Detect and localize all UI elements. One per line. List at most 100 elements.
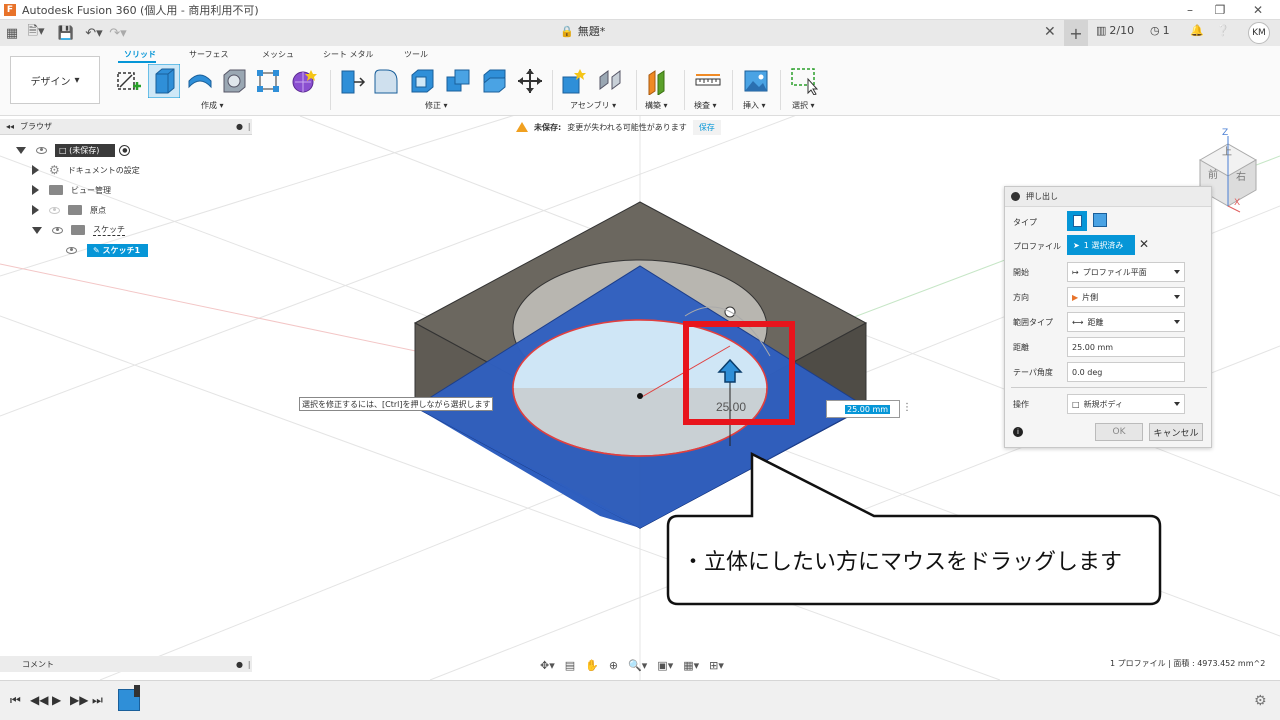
insert-image-icon[interactable] (742, 67, 770, 95)
grid-settings-icon[interactable]: ▦▾ (683, 659, 699, 672)
visibility-eye-icon[interactable] (66, 246, 77, 254)
viewcube-right-label[interactable]: 右 (1236, 168, 1246, 183)
job-status[interactable]: ▥ 2/10 (1096, 24, 1134, 37)
pattern-icon[interactable] (254, 67, 282, 95)
split-body-icon[interactable] (480, 67, 508, 95)
joint-icon[interactable] (596, 67, 624, 95)
orbit-icon[interactable]: ✥▾ (540, 659, 555, 672)
activate-radio-icon[interactable]: ● (119, 144, 131, 156)
modify-group-label[interactable]: 修正 ▾ (425, 100, 448, 111)
shell-icon[interactable] (408, 67, 436, 95)
go-to-end-icon[interactable]: ⏭ (92, 693, 103, 708)
operation-select[interactable]: □ 新規ボディ (1067, 394, 1185, 414)
info-icon[interactable]: i (1013, 427, 1023, 437)
new-component-icon[interactable] (560, 67, 588, 95)
dialog-header[interactable]: 押し出し (1005, 187, 1211, 207)
browser-options-icon[interactable]: ● (236, 122, 243, 131)
notification-center[interactable]: ◷ 1 (1150, 24, 1170, 37)
step-forward-icon[interactable]: ▶▶ (70, 693, 88, 707)
insert-group-label[interactable]: 挿入 ▾ (743, 100, 766, 111)
timeline-marker[interactable] (134, 685, 140, 697)
browser-resize-handle[interactable]: ❙ (246, 122, 253, 131)
move-icon[interactable] (516, 67, 544, 95)
save-link[interactable]: 保存 (692, 119, 721, 135)
distance-inline-input[interactable]: 25.00 mm (826, 400, 900, 418)
timeline-settings-gear-icon[interactable]: ⚙ (1254, 693, 1267, 709)
viewports-icon[interactable]: ⊞▾ (709, 659, 724, 672)
clear-selection-icon[interactable]: ✕ (1139, 237, 1149, 251)
hidden-eye-icon[interactable] (49, 206, 60, 214)
fillet-icon[interactable] (372, 67, 400, 95)
document-tab[interactable]: 🔒 無題* (560, 23, 605, 39)
maximize-button[interactable]: ❐ (1202, 0, 1238, 20)
bell-icon[interactable]: 🔔 (1190, 24, 1204, 37)
pan-hand-icon[interactable]: ✋ (585, 659, 599, 672)
close-tab-icon[interactable]: ✕ (1044, 24, 1056, 40)
step-back-icon[interactable]: ◀◀ (30, 693, 48, 707)
select-group-label[interactable]: 選択 ▾ (792, 100, 815, 111)
tab-sheet-metal[interactable]: シート メタル (323, 49, 374, 60)
revolve-icon[interactable] (186, 67, 214, 95)
extent-select[interactable]: ⟷ 距離 (1067, 312, 1185, 332)
app-grid-icon[interactable]: ▦ (0, 22, 24, 44)
more-options-icon[interactable]: ⋮ (902, 402, 912, 413)
tree-item-sketch1[interactable]: ✎ スケッチ1 (66, 241, 149, 259)
comments-panel-header[interactable]: コメント ● ❙ (0, 656, 253, 672)
distance-input[interactable]: 25.00 mm (1067, 337, 1185, 357)
new-tab-button[interactable]: + (1064, 20, 1088, 46)
start-select[interactable]: ↦ プロファイル平面 (1067, 262, 1185, 282)
cancel-button[interactable]: キャンセル (1149, 423, 1203, 441)
display-settings-icon[interactable]: ▣▾ (657, 659, 673, 672)
collapse-dialog-icon[interactable] (1011, 192, 1020, 201)
ok-button[interactable]: OK (1095, 423, 1143, 441)
inspect-group-label[interactable]: 検査 ▾ (694, 100, 717, 111)
tab-mesh[interactable]: メッシュ (262, 49, 294, 60)
extrude-icon[interactable] (148, 64, 180, 98)
tree-item-root[interactable]: □ (未保存) ● (16, 141, 131, 159)
visibility-eye-icon[interactable] (36, 146, 47, 154)
assembly-group-label[interactable]: アセンブリ ▾ (570, 100, 616, 111)
direction-select[interactable]: ▶ 片側 (1067, 287, 1185, 307)
play-icon[interactable]: ▶ (52, 693, 61, 707)
zoom-icon[interactable]: ⊕ (609, 659, 618, 672)
hole-icon[interactable] (220, 67, 248, 95)
collapse-browser-icon[interactable]: ◂◂ (6, 122, 14, 131)
taper-input[interactable]: 0.0 deg (1067, 362, 1185, 382)
expand-icon[interactable] (32, 205, 39, 215)
close-window-button[interactable]: ✕ (1240, 0, 1276, 20)
zoom-fit-icon[interactable]: 🔍▾ (628, 659, 647, 672)
type-thin-icon[interactable] (1093, 213, 1107, 227)
construct-group-label[interactable]: 構築 ▾ (645, 100, 668, 111)
create-sketch-icon[interactable] (114, 67, 142, 95)
tab-solid[interactable]: ソリッド (124, 49, 156, 60)
save-icon[interactable]: 💾 (54, 22, 78, 44)
file-menu-icon[interactable]: 🗎▾ (24, 22, 48, 44)
expand-icon[interactable] (32, 226, 42, 234)
user-avatar[interactable]: KM (1248, 22, 1270, 44)
go-to-start-icon[interactable]: ⏮ (10, 693, 21, 708)
tree-item-view-manager[interactable]: ビュー管理 (32, 181, 111, 199)
type-solid-icon[interactable] (1067, 211, 1087, 231)
tab-tools[interactable]: ツール (404, 49, 428, 60)
expand-icon[interactable] (32, 165, 39, 175)
comments-resize-handle[interactable]: ❙ (246, 660, 253, 669)
create-form-icon[interactable] (290, 67, 318, 95)
redo-icon[interactable]: ↷▾ (106, 22, 130, 44)
viewcube-front-label[interactable]: 前 (1208, 166, 1218, 181)
viewcube-top-label[interactable]: 上 (1222, 143, 1232, 158)
visibility-eye-icon[interactable] (52, 226, 63, 234)
combine-icon[interactable] (444, 67, 472, 95)
expand-icon[interactable] (32, 185, 39, 195)
create-group-label[interactable]: 作成 ▾ (201, 100, 224, 111)
add-comment-icon[interactable]: ● (236, 660, 243, 669)
undo-icon[interactable]: ↶▾ (82, 22, 106, 44)
press-pull-icon[interactable] (338, 67, 366, 95)
help-icon[interactable]: ❔ (1216, 24, 1230, 37)
measure-icon[interactable] (694, 67, 722, 95)
tree-item-document-settings[interactable]: ⚙ ドキュメントの設定 (32, 161, 140, 179)
tree-item-sketches[interactable]: スケッチ (32, 221, 125, 239)
offset-plane-icon[interactable] (644, 67, 672, 95)
select-icon[interactable] (790, 67, 818, 95)
workspace-switcher[interactable]: デザイン ▾ (10, 56, 100, 104)
tab-surface[interactable]: サーフェス (189, 49, 229, 60)
